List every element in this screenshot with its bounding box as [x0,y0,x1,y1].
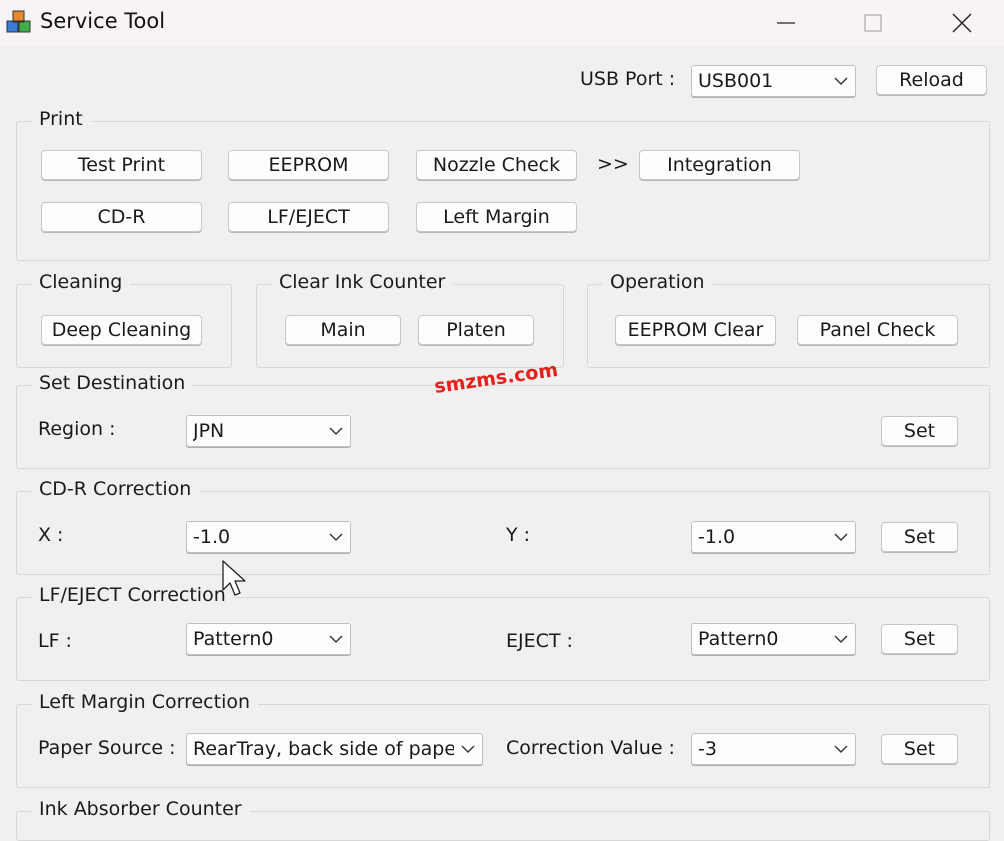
maximize-icon [864,14,882,32]
nozzle-check-button[interactable]: Nozzle Check [416,150,577,180]
region-label: Region : [38,418,116,440]
maximize-button[interactable] [845,0,901,46]
minimize-button[interactable] [758,0,814,46]
print-group-legend: Print [31,108,91,130]
correction-value: -3 [698,738,717,760]
main-counter-button[interactable]: Main [285,315,401,345]
set-destination-legend: Set Destination [31,372,194,394]
eject-select[interactable]: Pattern0 [691,623,856,655]
left-margin-correction-legend: Left Margin Correction [31,691,259,713]
eeprom-button[interactable]: EEPROM [228,150,389,180]
paper-source-select[interactable]: RearTray, back side of paper [186,733,483,765]
chevron-down-icon [322,416,350,446]
eeprom-clear-button[interactable]: EEPROM Clear [615,315,776,345]
reload-button[interactable]: Reload [876,65,987,95]
panel-check-button[interactable]: Panel Check [797,315,958,345]
cdr-x-value: -1.0 [193,526,231,548]
lf-select[interactable]: Pattern0 [186,623,351,655]
lf-eject-button[interactable]: LF/EJECT [228,202,389,232]
ink-absorber-legend: Ink Absorber Counter [31,798,250,820]
chevron-down-icon [827,734,855,764]
set-destination-button[interactable]: Set [881,416,958,446]
x-label: X : [38,524,64,546]
window-title: Service Tool [40,9,166,33]
cd-r-button[interactable]: CD-R [41,202,202,232]
cdr-correction-legend: CD-R Correction [31,478,200,500]
deep-cleaning-button[interactable]: Deep Cleaning [41,315,202,345]
integration-button[interactable]: Integration [639,150,800,180]
operation-group-legend: Operation [602,271,713,293]
left-margin-button[interactable]: Left Margin [416,202,577,232]
eject-value: Pattern0 [698,628,779,650]
cdr-x-select[interactable]: -1.0 [186,521,351,553]
ink-absorber-group: Ink Absorber Counter [16,798,990,841]
correction-value-select[interactable]: -3 [691,733,856,765]
region-select[interactable]: JPN [186,415,351,447]
chevron-down-icon [322,624,350,654]
platen-counter-button[interactable]: Platen [418,315,534,345]
close-icon [952,13,972,33]
service-tool-app-icon [6,10,31,33]
paper-source-value: RearTray, back side of paper [193,738,454,760]
title-bar: Service Tool [0,0,1004,46]
chevron-down-icon [827,66,855,96]
cdr-set-button[interactable]: Set [881,522,958,552]
test-print-button[interactable]: Test Print [41,150,202,180]
cdr-y-select[interactable]: -1.0 [691,521,856,553]
chevron-down-icon [454,734,482,764]
cdr-y-value: -1.0 [698,526,736,548]
left-margin-set-button[interactable]: Set [881,734,958,764]
cleaning-group-legend: Cleaning [31,271,131,293]
lf-value: Pattern0 [193,628,274,650]
lf-label: LF : [38,630,72,652]
eject-label: EJECT : [506,630,573,652]
minimize-icon [777,22,795,24]
print-group: Print [16,108,990,261]
clear-ink-counter-legend: Clear Ink Counter [271,271,454,293]
usb-port-select[interactable]: USB001 [691,65,856,97]
arrow-indicator: >> [597,153,629,175]
paper-source-label: Paper Source : [38,737,176,759]
chevron-down-icon [827,624,855,654]
y-label: Y : [506,524,531,546]
mouse-cursor-icon [222,560,246,596]
correction-value-label: Correction Value : [506,737,675,759]
usb-port-value: USB001 [698,70,774,92]
usb-port-label: USB Port : [580,68,676,90]
lf-eject-correction-legend: LF/EJECT Correction [31,584,234,606]
chevron-down-icon [322,522,350,552]
set-destination-group: Set Destination [16,372,990,469]
region-value: JPN [193,420,225,442]
lf-eject-set-button[interactable]: Set [881,624,958,654]
chevron-down-icon [827,522,855,552]
close-button[interactable] [934,0,990,46]
